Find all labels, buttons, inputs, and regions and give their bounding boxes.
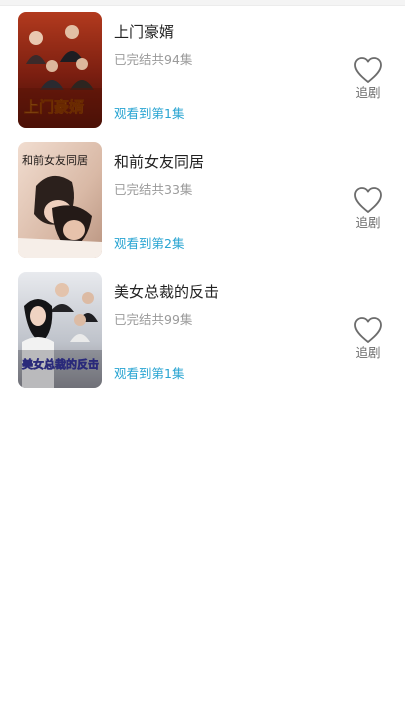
- drama-list-item[interactable]: 美女总裁的反击 美女总裁的反击 已完结共99集 观看到第1集 追剧: [0, 272, 405, 402]
- follow-label: 追剧: [355, 85, 381, 100]
- top-divider: [0, 0, 405, 6]
- drama-list-item[interactable]: 上门豪婿 上门豪婿 已完结共94集 观看到第1集 追剧: [0, 12, 405, 142]
- heart-icon: [354, 57, 382, 83]
- poster-title-text: 美女总裁的反击: [22, 357, 99, 371]
- poster-title-text: 和前女友同居: [22, 153, 88, 167]
- drama-list-item[interactable]: 和前女友同居 和前女友同居 已完结共33集 观看到第2集 追剧: [0, 142, 405, 272]
- heart-icon: [354, 187, 382, 213]
- follow-button[interactable]: 追剧: [346, 186, 390, 236]
- drama-poster[interactable]: 美女总裁的反击: [18, 272, 102, 388]
- follow-label: 追剧: [355, 345, 381, 360]
- drama-title[interactable]: 和前女友同居: [114, 152, 204, 172]
- poster-image: 上门豪婿: [18, 12, 102, 128]
- drama-title[interactable]: 上门豪婿: [114, 22, 174, 42]
- heart-icon: [354, 317, 382, 343]
- poster-title-text: 上门豪婿: [24, 98, 85, 116]
- drama-status: 已完结共33集: [114, 182, 193, 197]
- follow-label: 追剧: [355, 215, 381, 230]
- watch-progress-link[interactable]: 观看到第2集: [114, 236, 184, 252]
- drama-poster[interactable]: 上门豪婿: [18, 12, 102, 128]
- drama-poster[interactable]: 和前女友同居: [18, 142, 102, 258]
- drama-title[interactable]: 美女总裁的反击: [114, 282, 219, 302]
- poster-image: 美女总裁的反击: [18, 272, 102, 388]
- poster-image: 和前女友同居: [18, 142, 102, 258]
- drama-status: 已完结共99集: [114, 312, 193, 327]
- follow-button[interactable]: 追剧: [346, 316, 390, 366]
- watch-progress-link[interactable]: 观看到第1集: [114, 366, 184, 382]
- watch-progress-link[interactable]: 观看到第1集: [114, 106, 184, 122]
- drama-status: 已完结共94集: [114, 52, 193, 67]
- drama-list: 上门豪婿 上门豪婿 已完结共94集 观看到第1集 追剧 和前女友同居 和前女友同…: [0, 12, 405, 402]
- follow-button[interactable]: 追剧: [346, 56, 390, 106]
